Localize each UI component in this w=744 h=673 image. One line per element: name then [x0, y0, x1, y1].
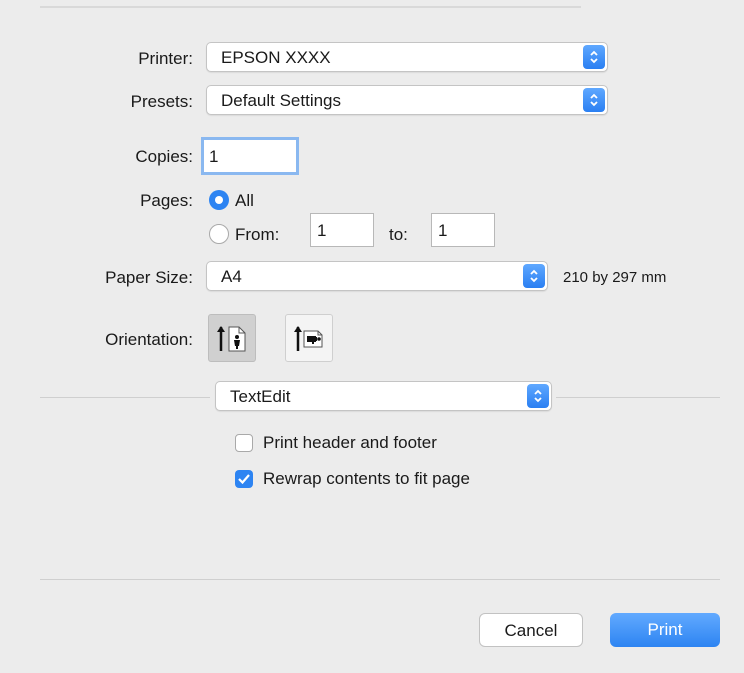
- presets-value: Default Settings: [221, 91, 342, 110]
- footer-divider: [40, 579, 720, 580]
- pages-from-radio[interactable]: [209, 224, 229, 244]
- rewrap-contents-checkbox[interactable]: [235, 470, 253, 488]
- presets-popup[interactable]: Default Settings: [206, 85, 608, 115]
- paper-size-label: Paper Size:: [105, 268, 193, 287]
- section-popup[interactable]: TextEdit: [215, 381, 552, 411]
- copies-input[interactable]: 1: [201, 137, 299, 175]
- presets-label: Presets:: [130, 92, 193, 111]
- pages-label: Pages:: [140, 191, 193, 210]
- pages-to-label: to:: [389, 225, 408, 244]
- chevron-updown-icon: [583, 88, 605, 112]
- copies-value: 1: [209, 147, 219, 166]
- cancel-button[interactable]: Cancel: [479, 613, 583, 647]
- pages-to-input[interactable]: 1: [431, 213, 495, 247]
- section-popup-value: TextEdit: [230, 387, 291, 406]
- orientation-portrait-button[interactable]: [208, 314, 256, 362]
- print-header-footer-checkbox[interactable]: [235, 434, 253, 452]
- top-divider: [40, 6, 581, 8]
- pages-all-label: All: [235, 191, 254, 210]
- printer-label: Printer:: [138, 49, 193, 68]
- print-button[interactable]: Print: [610, 613, 720, 647]
- paper-size-value: A4: [221, 267, 242, 286]
- rewrap-contents-label: Rewrap contents to fit page: [263, 469, 470, 488]
- section-divider-right: [556, 397, 720, 398]
- orientation-landscape-button[interactable]: [285, 314, 333, 362]
- copies-label: Copies:: [135, 147, 193, 166]
- printer-value: EPSON XXXX: [221, 48, 331, 67]
- pages-all-radio[interactable]: [209, 190, 229, 210]
- section-divider-left: [40, 397, 210, 398]
- paper-dimensions: 210 by 297 mm: [563, 269, 667, 286]
- pages-from-value: 1: [317, 221, 327, 240]
- pages-from-label: From:: [235, 225, 280, 244]
- paper-size-popup[interactable]: A4: [206, 261, 548, 291]
- chevron-updown-icon: [583, 45, 605, 69]
- chevron-updown-icon: [527, 384, 549, 408]
- printer-popup[interactable]: EPSON XXXX: [206, 42, 608, 72]
- pages-from-input[interactable]: 1: [310, 213, 374, 247]
- pages-to-value: 1: [438, 221, 448, 240]
- checkmark-icon: [238, 474, 250, 485]
- orientation-label: Orientation:: [105, 330, 193, 349]
- portrait-orientation-icon: [217, 326, 246, 352]
- chevron-updown-icon: [523, 264, 545, 288]
- print-header-footer-label: Print header and footer: [263, 433, 437, 452]
- landscape-orientation-icon: [294, 326, 323, 351]
